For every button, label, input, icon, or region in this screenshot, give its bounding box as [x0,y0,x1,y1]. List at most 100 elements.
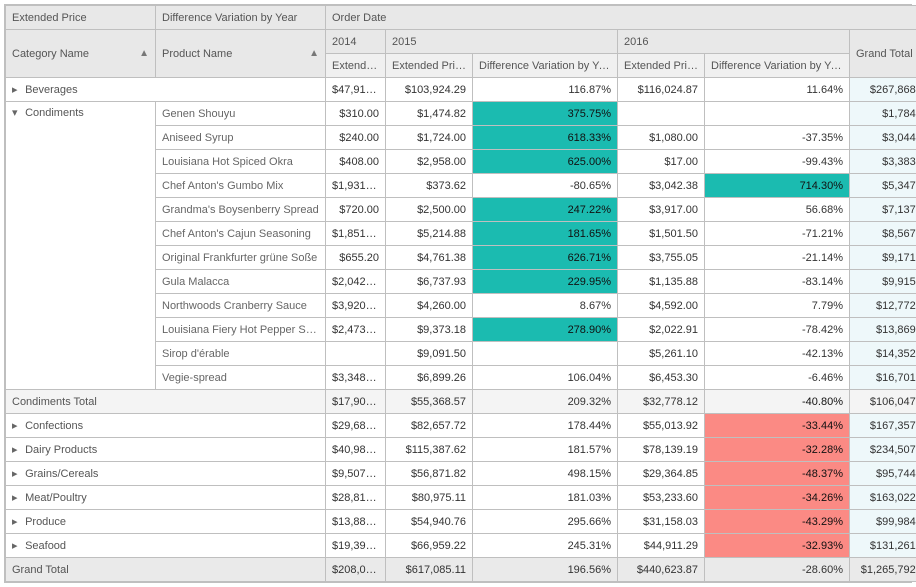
cell-value: $29,364.85 [618,462,705,486]
cell-value: $310.00 [326,102,386,126]
cell-value: $55,368.57 [386,390,473,414]
cell-value: $720.00 [326,198,386,222]
cell-value: $53,233.60 [618,486,705,510]
cell-value: 714.30% [705,174,850,198]
category-label: Produce [25,516,66,528]
cell-grand-total: $3,044.00 [850,126,916,150]
row-beverages[interactable]: ▸ Beverages $47,919.00 $103,924.29 116.8… [6,78,916,102]
cell-value: $6,453.30 [618,366,705,390]
cell-value: 209.32% [473,390,618,414]
cell-value: 625.00% [473,150,618,174]
cell-value: $17,900.38 [326,390,386,414]
cell-value: $9,091.50 [386,342,473,366]
cell-value: $240.00 [326,126,386,150]
cell-value: 56.68% [705,198,850,222]
cell-value: $31,158.03 [618,510,705,534]
hdr-2015-ep[interactable]: Extended Price [386,54,473,78]
cell-value: 245.31% [473,534,618,558]
cell-grand-total: $1,265,792.94 [850,558,916,582]
hdr-2015-dv[interactable]: Difference Variation by Year [473,54,618,78]
cell-value: -21.14% [705,246,850,270]
row-condiments-total[interactable]: Condiments Total $17,900.38 $55,368.57 2… [6,390,916,414]
cell-value: $44,911.29 [618,534,705,558]
year-2015[interactable]: 2015 [386,30,618,54]
cell-value: -34.26% [705,486,850,510]
row-grand-total[interactable]: Grand Total $208,083.96 $617,085.11 196.… [6,558,916,582]
cell-value: 181.65% [473,222,618,246]
cell-value: $655.20 [326,246,386,270]
field-diff-variation[interactable]: Difference Variation by Year [156,6,326,30]
row-seafood[interactable]: ▸ Seafood $19,391.22 $66,959.22 245.31% … [6,534,916,558]
category-label: Seafood [25,540,66,552]
cell-grand-total: $131,261.73 [850,534,916,558]
expand-icon[interactable]: ▸ [12,515,22,528]
product-label: Louisiana Fiery Hot Pepper Sauce [156,318,326,342]
cell-value: $4,761.38 [386,246,473,270]
cell-value: 181.03% [473,486,618,510]
hdr-2016-ep[interactable]: Extended Price [618,54,705,78]
row-produce[interactable]: ▸ Produce $13,885.78 $54,940.76 295.66% … [6,510,916,534]
column-field-order-date[interactable]: Order Date ▲ [326,6,916,30]
cell-value: $82,657.72 [386,414,473,438]
cell-value: -32.28% [705,438,850,462]
row-field-category[interactable]: Category Name ▲ [6,30,156,78]
product-label: Gula Malacca [156,270,326,294]
cell-value: $5,261.10 [618,342,705,366]
cell-grand-total: $1,784.82 [850,102,916,126]
cell-grand-total: $167,357.19 [850,414,916,438]
cell-value: $28,813.66 [326,486,386,510]
cell-value [326,342,386,366]
cell-value: $617,085.11 [386,558,473,582]
cell-value: 247.22% [473,198,618,222]
cell-value: -48.37% [705,462,850,486]
cell-value: $1,080.00 [618,126,705,150]
cell-value: $3,348.54 [326,366,386,390]
row-confections[interactable]: ▸ Confections $29,685.55 $82,657.72 178.… [6,414,916,438]
hdr-2016-dv[interactable]: Difference Variation by Year [705,54,850,78]
year-2016[interactable]: 2016 [618,30,850,54]
row-field-product[interactable]: Product Name ▲ [156,30,326,78]
product-label: Louisiana Hot Spiced Okra [156,150,326,174]
hdr-2014-ep[interactable]: Extended Price [326,54,386,78]
cell-value: $115,387.62 [386,438,473,462]
cell-value: $3,920.00 [326,294,386,318]
field-extended-price[interactable]: Extended Price [6,6,156,30]
expand-icon[interactable]: ▸ [12,443,22,456]
sort-asc-icon: ▲ [139,48,149,59]
cell-value: 498.15% [473,462,618,486]
cell-value: $2,042.12 [326,270,386,294]
row-meat[interactable]: ▸ Meat/Poultry $28,813.66 $80,975.11 181… [6,486,916,510]
cell-value: $17.00 [618,150,705,174]
row-condiments-genen-shouyu[interactable]: ▾ Condiments Genen Shouyu $310.00 $1,474… [6,102,916,126]
row-dairy[interactable]: ▸ Dairy Products $40,980.45 $115,387.62 … [6,438,916,462]
category-label: Beverages [25,84,78,96]
sort-asc-icon: ▲ [309,48,319,59]
expand-icon[interactable]: ▸ [12,467,22,480]
cell-value: 295.66% [473,510,618,534]
cell-value: 196.56% [473,558,618,582]
cell-value: $1,851.52 [326,222,386,246]
cell-value: 229.95% [473,270,618,294]
cell-value: $373.62 [386,174,473,198]
cell-grand-total: $9,171.63 [850,246,916,270]
cell-value: $55,013.92 [618,414,705,438]
cell-grand-total: $13,869.89 [850,318,916,342]
cell-value [618,102,705,126]
collapse-icon[interactable]: ▾ [12,106,22,119]
cell-value: $408.00 [326,150,386,174]
row-grains[interactable]: ▸ Grains/Cereals $9,507.92 $56,871.82 49… [6,462,916,486]
cell-value: $4,592.00 [618,294,705,318]
cell-value: $54,940.76 [386,510,473,534]
cell-value: $1,931.20 [326,174,386,198]
cell-value: $78,139.19 [618,438,705,462]
expand-icon[interactable]: ▸ [12,539,22,552]
cell-grand-total: $7,137.00 [850,198,916,222]
grand-total-header[interactable]: ⇄ Grand Total [850,30,916,78]
year-2014[interactable]: 2014 [326,30,386,54]
expand-icon[interactable]: ▸ [12,419,22,432]
cell-value: -78.42% [705,318,850,342]
cell-grand-total: $12,772.00 [850,294,916,318]
expand-icon[interactable]: ▸ [12,491,22,504]
expand-icon[interactable]: ▸ [12,83,22,96]
cell-value: -83.14% [705,270,850,294]
